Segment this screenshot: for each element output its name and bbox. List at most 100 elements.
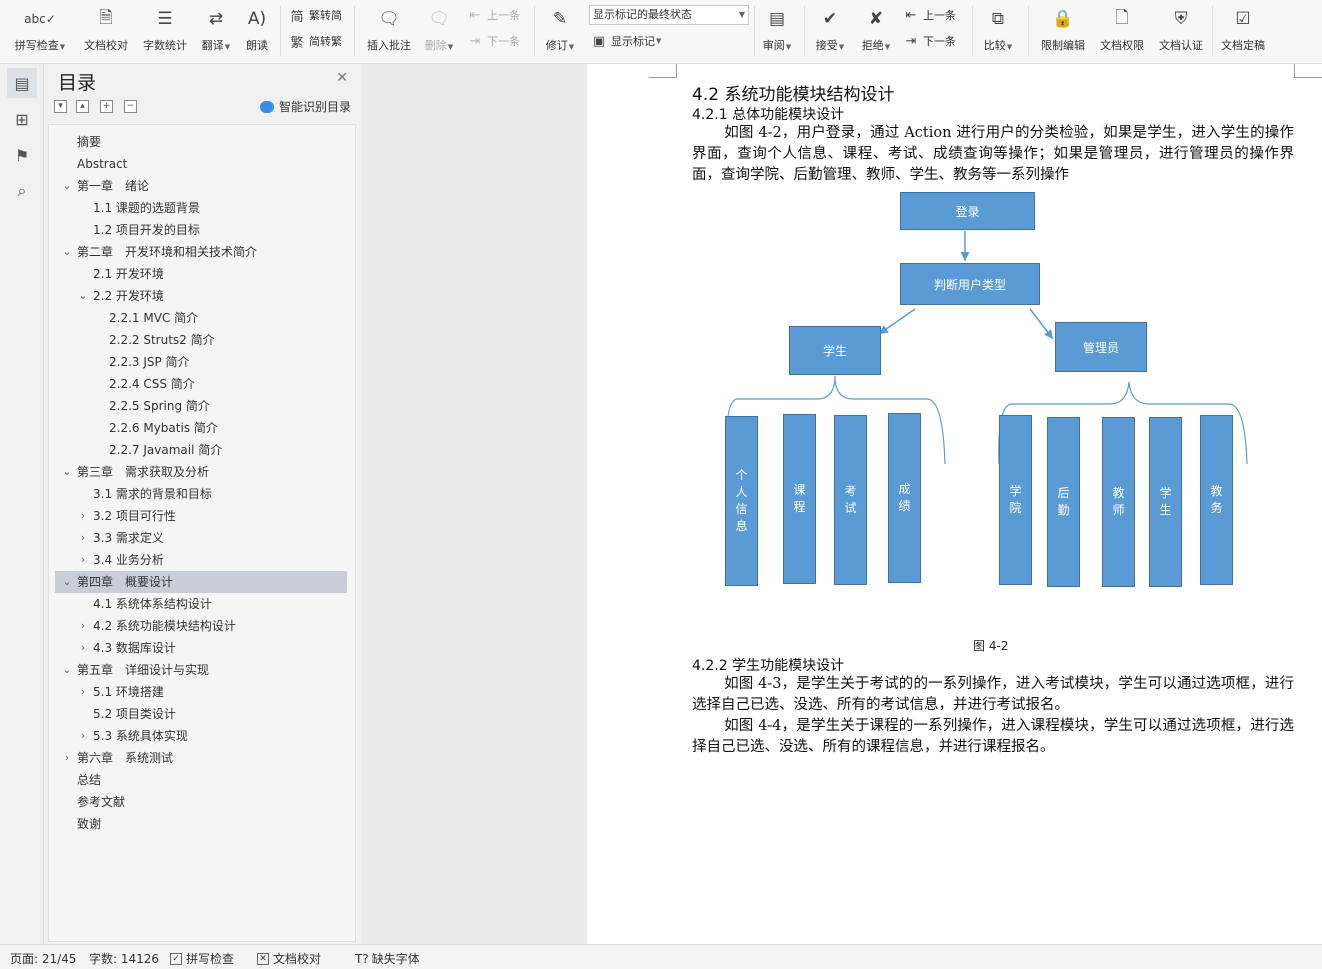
toc-item[interactable]: Abstract — [55, 153, 347, 175]
toc-item[interactable]: 2.2.7 Javamail 简介 — [55, 439, 347, 461]
toc-item[interactable]: 4.1 系统体系结构设计 — [55, 593, 347, 615]
prev-change-button[interactable]: ⇤ 上一条 — [902, 4, 956, 26]
trad-to-simp-button[interactable]: 简繁转简 — [288, 4, 342, 26]
toc-item[interactable]: ⌄ 第二章 开发环境和相关技术简介 — [55, 241, 347, 263]
prev-comment-button[interactable]: ⇤ 上一条 — [466, 4, 520, 26]
toc-item[interactable]: 2.2.4 CSS 简介 — [55, 373, 347, 395]
review-pane-button[interactable]: ▤ 审阅▼ — [758, 4, 796, 58]
doc-certify-button[interactable]: ⛨ 文档认证 — [1154, 4, 1208, 58]
page-indicator[interactable]: 页面: 21/45 — [10, 950, 76, 967]
lock-icon: 🔒 — [1052, 9, 1074, 29]
doc-proofread-button[interactable]: 🗎 文档校对 — [80, 4, 132, 58]
chevron-down-icon[interactable]: ⌄ — [61, 571, 73, 593]
toc-item-label: 4.2 系统功能模块结构设计 — [93, 619, 236, 633]
toc-item[interactable]: 5.2 项目类设计 — [55, 703, 347, 725]
toc-item[interactable]: › 4.2 系统功能模块结构设计 — [55, 615, 347, 637]
chapter-nav-icon[interactable]: ⊞ — [7, 104, 37, 134]
toc-item[interactable]: 1.1 课题的选题背景 — [55, 197, 347, 219]
chevron-down-icon[interactable]: ⌄ — [61, 175, 73, 197]
track-changes-button[interactable]: ✎ 修订▼ — [540, 4, 580, 58]
show-markup-button[interactable]: ▣ 显示标记 ▼ — [590, 30, 662, 52]
toc-panel-icon[interactable]: ▤ — [7, 68, 37, 98]
toc-item[interactable]: › 3.3 需求定义 — [55, 527, 347, 549]
accept-change-button[interactable]: ✔ 接受▼ — [810, 4, 850, 58]
word-count-indicator[interactable]: 字数: 14126 — [89, 950, 159, 967]
chevron-down-icon[interactable]: ⌄ — [61, 461, 73, 483]
show-markup-icon: ▣ — [592, 33, 606, 49]
ribbon-separator — [534, 6, 535, 56]
toc-item[interactable]: › 5.3 系统具体实现 — [55, 725, 347, 747]
toc-item[interactable]: 摘要 — [55, 131, 347, 153]
diagram-node-admin: 管理员 — [1055, 322, 1147, 372]
close-icon[interactable]: ✕ — [336, 70, 348, 86]
doc-finalize-button[interactable]: ☑ 文档定稿 — [1216, 4, 1270, 58]
reject-change-button[interactable]: ✘ 拒绝▼ — [856, 4, 896, 58]
status-doc-proofread[interactable]: ✕ 文档校对 — [257, 950, 321, 967]
chevron-right-icon[interactable]: › — [77, 615, 89, 637]
delete-comment-button[interactable]: 🗨 删除▼ — [420, 4, 458, 58]
smart-toc-button[interactable]: 智能识别目录 — [260, 98, 351, 115]
search-icon[interactable]: ⌕ — [7, 176, 37, 206]
toc-item-label: 2.2.3 JSP 简介 — [109, 355, 190, 369]
translate-button[interactable]: ⇄ 翻译▼ — [198, 4, 234, 58]
read-aloud-button[interactable]: A) 朗读 — [242, 4, 272, 58]
toc-item[interactable]: 3.1 需求的背景和目标 — [55, 483, 347, 505]
chevron-right-icon[interactable]: › — [61, 747, 73, 769]
toc-item[interactable]: 2.2.1 MVC 简介 — [55, 307, 347, 329]
toc-item[interactable]: ⌄ 第一章 绪论 — [55, 175, 347, 197]
next-comment-button[interactable]: ⇥ 下一条 — [466, 30, 520, 52]
toc-item-label: 5.1 环境搭建 — [93, 685, 164, 699]
expand-all-icon[interactable]: ▴ — [76, 100, 89, 113]
toc-item[interactable]: › 第六章 系统测试 — [55, 747, 347, 769]
document-page[interactable]: 4.2 系统功能模块结构设计 4.2.1 总体功能模块设计 如图 4-2，用户登… — [587, 64, 1322, 944]
toc-item[interactable]: 总结 — [55, 769, 347, 791]
chevron-right-icon[interactable]: › — [77, 505, 89, 527]
toc-item[interactable]: › 3.2 项目可行性 — [55, 505, 347, 527]
restrict-editing-button[interactable]: 🔒 限制编辑 — [1036, 4, 1090, 58]
toc-item[interactable]: 2.1 开发环境 — [55, 263, 347, 285]
word-count-button[interactable]: ☰ 字数统计 — [140, 4, 190, 58]
add-heading-icon[interactable]: + — [100, 100, 113, 113]
review-pane-icon: ▤ — [768, 9, 786, 29]
next-change-button[interactable]: ⇥ 下一条 — [902, 30, 956, 52]
chevron-right-icon[interactable]: › — [77, 549, 89, 571]
status-spell-check[interactable]: ✓ 拼写检查 — [170, 950, 234, 967]
missing-font-indicator[interactable]: T? 缺失字体 — [355, 950, 420, 967]
chevron-right-icon[interactable]: › — [77, 637, 89, 659]
spell-check-button[interactable]: abc✓ 拼写检查▼ — [10, 4, 70, 58]
translate-icon: ⇄ — [208, 9, 224, 29]
markup-display-select[interactable]: 显示标记的最终状态 ▼ — [589, 5, 749, 25]
collapse-all-icon[interactable]: ▾ — [54, 100, 67, 113]
toc-item[interactable]: › 5.1 环境搭建 — [55, 681, 347, 703]
toc-item[interactable]: ⌄ 第三章 需求获取及分析 — [55, 461, 347, 483]
chevron-down-icon[interactable]: ⌄ — [61, 659, 73, 681]
toc-item[interactable]: 2.2.5 Spring 简介 — [55, 395, 347, 417]
toc-item[interactable]: ⌄ 2.2 开发环境 — [55, 285, 347, 307]
chevron-right-icon[interactable]: › — [77, 527, 89, 549]
toc-item[interactable]: › 3.4 业务分析 — [55, 549, 347, 571]
toc-item[interactable]: 1.2 项目开发的目标 — [55, 219, 347, 241]
chevron-down-icon[interactable]: ⌄ — [77, 285, 89, 307]
simp-to-trad-button[interactable]: 繁简转繁 — [288, 30, 342, 52]
toc-item[interactable]: ⌄ 第四章 概要设计 — [55, 571, 347, 593]
toc-item[interactable]: 2.2.3 JSP 简介 — [55, 351, 347, 373]
compare-button[interactable]: ⧉ 比较▼ — [978, 4, 1018, 58]
ribbon-separator — [972, 6, 973, 56]
toc-list: 摘要 Abstract ⌄ 第一章 绪论 1.1 课题的选题背景 1.2 项目开发的目标 ⌄… — [48, 124, 356, 942]
remove-heading-icon[interactable]: − — [124, 100, 137, 113]
toc-item-label: 5.3 系统具体实现 — [93, 729, 188, 743]
toc-item[interactable]: 2.2.2 Struts2 简介 — [55, 329, 347, 351]
toc-item[interactable]: 致谢 — [55, 813, 347, 835]
insert-comment-button[interactable]: 🗨 插入批注 — [362, 4, 416, 58]
toc-item[interactable]: 参考文献 — [55, 791, 347, 813]
toc-item[interactable]: ⌄ 第五章 详细设计与实现 — [55, 659, 347, 681]
toc-item[interactable]: 2.2.6 Mybatis 简介 — [55, 417, 347, 439]
chevron-right-icon[interactable]: › — [77, 681, 89, 703]
doc-permission-button[interactable]: 🗋 文档权限 — [1096, 4, 1148, 58]
bookmark-icon[interactable]: ⚑ — [7, 140, 37, 170]
chevron-down-icon: ▼ — [738, 10, 745, 19]
toc-item-label: 1.2 项目开发的目标 — [93, 223, 200, 237]
chevron-right-icon[interactable]: › — [77, 725, 89, 747]
chevron-down-icon[interactable]: ⌄ — [61, 241, 73, 263]
toc-item[interactable]: › 4.3 数据库设计 — [55, 637, 347, 659]
